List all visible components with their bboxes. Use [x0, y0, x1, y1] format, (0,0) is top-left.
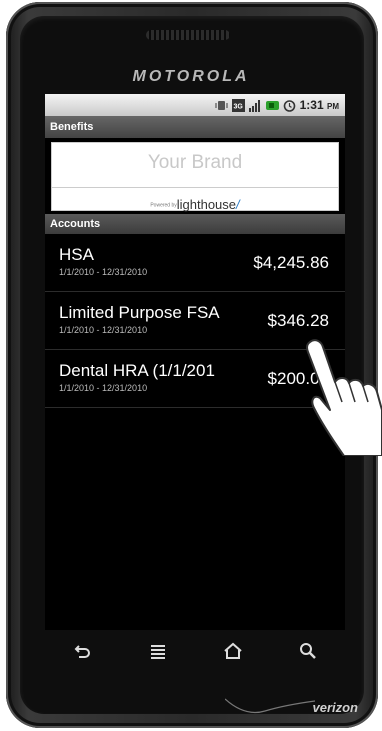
brand-banner: Your Brand	[51, 142, 339, 188]
menu-icon	[150, 645, 165, 659]
home-icon	[223, 642, 242, 659]
search-button[interactable]	[293, 636, 323, 666]
account-dates: 1/1/2010 - 12/31/2010	[59, 383, 148, 393]
status-bar: 3G 1:31 PM	[45, 94, 345, 116]
account-row[interactable]: HSA 1/1/2010 - 12/31/2010 $4,245.86	[45, 234, 345, 292]
powered-by-text: Powered by	[150, 202, 177, 209]
account-balance: $346.28	[267, 311, 329, 330]
tap-hand-icon	[305, 339, 382, 456]
status-time: 1:31 PM	[299, 98, 339, 112]
back-button[interactable]	[68, 636, 98, 666]
back-icon	[74, 645, 90, 658]
account-name: Dental HRA (1/1/201	[59, 361, 215, 380]
powered-brand: lighthouse	[176, 197, 237, 212]
brand-placeholder: Your Brand	[147, 152, 243, 173]
account-balance: $4,245.86	[253, 253, 329, 272]
account-dates: 1/1/2010 - 12/31/2010	[59, 325, 148, 335]
account-dates: 1/1/2010 - 12/31/2010	[59, 267, 148, 277]
lighthouse-logo-icon: /	[236, 197, 240, 212]
svg-text:3G: 3G	[233, 103, 243, 110]
accounts-header: Accounts	[45, 214, 345, 234]
accounts-header-label: Accounts	[50, 218, 101, 230]
account-name: HSA	[59, 245, 94, 264]
app-title: Benefits	[50, 121, 94, 133]
signal-icon	[248, 99, 262, 112]
search-icon	[299, 643, 316, 659]
app-title-bar: Benefits	[45, 116, 345, 138]
manufacturer-logo: MOTOROLA	[132, 68, 250, 85]
vibrate-icon	[215, 99, 228, 112]
carrier-logo: verizon	[312, 700, 358, 715]
battery-icon	[265, 99, 279, 112]
home-button[interactable]	[218, 636, 248, 666]
alarm-icon	[283, 99, 296, 112]
chin-swoosh-icon	[225, 698, 315, 714]
powered-by-banner: Powered bylighthouse/	[51, 188, 339, 212]
menu-button[interactable]	[143, 636, 173, 666]
3g-icon: 3G	[231, 98, 245, 112]
android-nav-bar	[45, 630, 345, 672]
account-name: Limited Purpose FSA	[59, 303, 220, 322]
earpiece-speaker	[146, 30, 230, 40]
powered-by-label: Powered bylighthouse/	[52, 197, 338, 212]
